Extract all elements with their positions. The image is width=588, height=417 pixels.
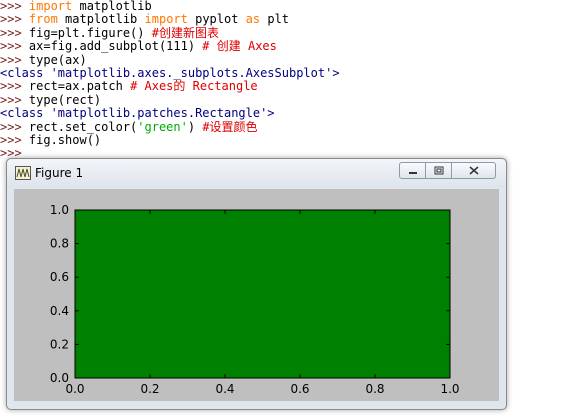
shell-token: # 创建 Axes — [202, 39, 277, 54]
shell-token: rect=ax.patch — [28, 79, 131, 94]
shell-input-line: >>> type(ax) — [0, 52, 588, 67]
shell-prompt: >>> — [0, 52, 29, 67]
shell-token: ) — [187, 119, 203, 134]
close-button[interactable] — [451, 162, 496, 179]
maximize-icon — [434, 166, 443, 175]
shell-prompt: >>> — [0, 39, 29, 54]
shell-token: fig.show() — [28, 132, 102, 147]
shell-token: import — [28, 0, 73, 13]
shell-prompt: >>> — [0, 25, 29, 40]
shell-token: ax=fig.add_subplot(111) — [28, 39, 203, 54]
shell-token: <class 'matplotlib.axes._subplots.AxesSu… — [0, 65, 340, 80]
minimize-button[interactable] — [399, 162, 426, 179]
shell-token: <class 'matplotlib.patches.Rectangle'> — [0, 106, 275, 121]
shell-input-line: >>> fig=plt.figure() #创建新图表 — [0, 25, 588, 40]
shell-token: as — [245, 12, 261, 27]
shell-token: type(rect) — [28, 92, 102, 107]
x-tick-label: 0.2 — [140, 382, 159, 396]
x-tick-label: 0.4 — [215, 382, 234, 396]
y-tick-label: 0.6 — [50, 270, 69, 284]
window-titlebar[interactable]: Figure 1 — [7, 159, 506, 187]
window-title: Figure 1 — [35, 166, 84, 180]
shell-input-line: >>> from matplotlib import pyplot as plt — [0, 13, 588, 26]
shell-prompt: >>> — [0, 79, 29, 94]
y-tick-label: 0.0 — [50, 371, 69, 385]
shell-output-line: <class 'matplotlib.patches.Rectangle'> — [0, 106, 588, 121]
shell-token: 'green' — [137, 119, 188, 134]
shell-input-line: >>> type(rect) — [0, 92, 588, 107]
shell-token: # Axes的 Rectangle — [130, 79, 258, 94]
shell-input-line: >>> rect.set_color('green') #设置颜色 — [0, 119, 588, 134]
shell-token: #设置颜色 — [202, 119, 258, 134]
shell-prompt: >>> — [0, 0, 29, 13]
shell-input-line: >>> import matplotlib — [0, 0, 588, 13]
shell-token: pyplot — [187, 12, 246, 27]
x-tick-label: 1.0 — [440, 382, 459, 396]
axes-patch — [74, 209, 451, 379]
python-shell[interactable]: >>> import matplotlib >>> from matplotlib… — [0, 0, 588, 160]
figure-canvas[interactable]: 0.0 0.2 0.4 0.6 0.8 1.0 0.0 0.2 0.4 0.6 0.8 1.0 — [14, 189, 499, 401]
plot-svg: 0.0 0.2 0.4 0.6 0.8 1.00.00.20.40.60.81.0 — [14, 189, 499, 401]
shell-token: matplotlib — [72, 0, 152, 13]
y-tick-label: 1.0 — [50, 203, 69, 217]
shell-input-line: >>> rect=ax.patch # Axes的 Rectangle — [0, 80, 588, 93]
shell-token: from — [28, 12, 58, 27]
x-tick-label: 0.8 — [365, 382, 384, 396]
shell-token: rect.set_color( — [28, 119, 138, 134]
shell-token: type(ax) — [28, 52, 87, 67]
matplotlib-wave-icon — [15, 166, 31, 180]
x-tick-label: 0.6 — [290, 382, 309, 396]
maximize-button[interactable] — [425, 162, 452, 179]
shell-prompt: >>> — [0, 119, 29, 134]
shell-prompt: >>> — [0, 132, 29, 147]
y-tick-label: 0.2 — [50, 337, 69, 351]
shell-input-line: >>> fig.show() — [0, 132, 588, 147]
shell-token: #创建新图表 — [151, 25, 219, 40]
close-icon — [469, 166, 478, 175]
shell-input-line: >>> ax=fig.add_subplot(111) # 创建 Axes — [0, 39, 588, 54]
shell-token: plt — [260, 12, 290, 27]
y-tick-label: 0.8 — [50, 237, 69, 251]
shell-token: import — [144, 12, 188, 27]
shell-prompt: >>> — [0, 12, 29, 27]
shell-token: matplotlib — [57, 12, 145, 27]
minimize-icon — [408, 171, 417, 174]
y-tick-label: 0.4 — [50, 304, 69, 318]
shell-token: fig=plt.figure() — [28, 25, 152, 40]
figure-window[interactable]: Figure 1 0.0 0.2 0.4 0.6 0.8 1.0 0.0 0.2 0.4 0.6 0… — [6, 158, 507, 410]
shell-prompt: >>> — [0, 92, 29, 107]
